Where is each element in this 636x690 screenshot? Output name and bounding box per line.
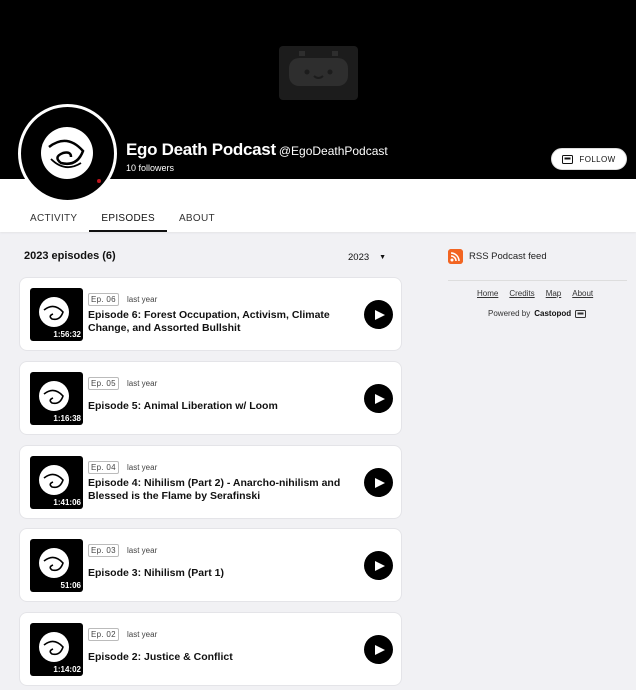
rss-feed-link[interactable]: RSS Podcast feed [448,249,547,264]
episode-number-badge: Ep. 02 [88,628,119,641]
tab-episodes[interactable]: EPISODES [89,208,167,232]
play-button[interactable] [364,384,393,413]
episode-number-badge: Ep. 06 [88,293,119,306]
powered-by: Powered by Castopod [488,309,587,318]
episode-date: last year [127,546,158,555]
tab-about[interactable]: ABOUT [167,208,227,232]
episodes-heading: 2023 episodes (6) [24,250,116,262]
episode-date: last year [127,630,158,639]
episode-date: last year [127,379,158,388]
footer-links: Home Credits Map About [477,289,593,298]
episode-thumbnail: 1:16:38 [30,372,83,425]
castopod-logo-icon [575,309,587,318]
year-select-value: 2023 [348,252,370,263]
episode-title[interactable]: Episode 2: Justice & Conflict [88,651,358,664]
podcast-handle: @EgoDeathPodcast [278,144,388,158]
episode-thumbnail: 1:56:32 [30,288,83,341]
follow-icon [562,154,574,164]
episode-card[interactable]: 1:56:32 Ep. 06 last year Episode 6: Fore… [19,277,402,351]
rss-label: RSS Podcast feed [469,251,547,262]
episode-title[interactable]: Episode 5: Animal Liberation w/ Loom [88,400,358,413]
episode-card[interactable]: 1:16:38 Ep. 05 last year Episode 5: Anim… [19,361,402,435]
follow-button[interactable]: FOLLOW [551,148,627,170]
castopod-mascot-icon [279,46,358,100]
swirl-logo-icon [41,127,101,183]
play-button[interactable] [364,468,393,497]
play-icon [374,477,385,488]
episode-title[interactable]: Episode 6: Forest Occupation, Activism, … [88,309,358,335]
episode-title[interactable]: Episode 3: Nihilism (Part 1) [88,567,358,580]
episode-title[interactable]: Episode 4: Nihilism (Part 2) - Anarcho-n… [88,477,358,503]
podcast-title: Ego Death Podcast @EgoDeathPodcast [126,140,388,160]
followers-count: 10 followers [126,163,175,173]
play-button[interactable] [364,300,393,329]
episode-thumbnail: 51:06 [30,539,83,592]
episode-number-badge: Ep. 03 [88,544,119,557]
episode-date: last year [127,295,158,304]
footer-link-about[interactable]: About [572,289,593,298]
play-icon [374,644,385,655]
episode-date: last year [127,463,158,472]
footer-link-map[interactable]: Map [546,289,562,298]
follow-label: FOLLOW [579,154,616,164]
episode-duration: 1:41:06 [53,498,81,507]
chevron-down-icon: ▼ [379,254,387,261]
episode-duration: 51:06 [60,581,81,590]
podcast-avatar[interactable] [18,104,117,203]
play-icon [374,393,385,404]
podcast-name: Ego Death Podcast [126,140,276,159]
episode-card[interactable]: 1:14:02 Ep. 02 last year Episode 2: Just… [19,612,402,686]
play-icon [374,309,385,320]
play-button[interactable] [364,551,393,580]
episode-thumbnail: 1:41:06 [30,456,83,509]
episode-thumbnail: 1:14:02 [30,623,83,676]
tab-activity[interactable]: ACTIVITY [18,208,89,232]
episode-number-badge: Ep. 04 [88,461,119,474]
sidebar-divider [448,280,627,281]
footer-link-credits[interactable]: Credits [509,289,534,298]
episode-card[interactable]: 1:41:06 Ep. 04 last year Episode 4: Nihi… [19,445,402,519]
episode-duration: 1:56:32 [53,330,81,339]
episode-card[interactable]: 51:06 Ep. 03 last year Episode 3: Nihili… [19,528,402,602]
rss-icon [448,249,463,264]
episode-duration: 1:16:38 [53,414,81,423]
episode-number-badge: Ep. 05 [88,377,119,390]
year-select[interactable]: 2023 ▼ [348,252,386,263]
footer-link-home[interactable]: Home [477,289,498,298]
play-button[interactable] [364,635,393,664]
episode-duration: 1:14:02 [53,665,81,674]
profile-tabs: ACTIVITY EPISODES ABOUT [18,208,227,232]
powered-by-brand[interactable]: Castopod [534,309,571,318]
play-icon [374,560,385,571]
powered-by-text: Powered by [488,309,531,318]
